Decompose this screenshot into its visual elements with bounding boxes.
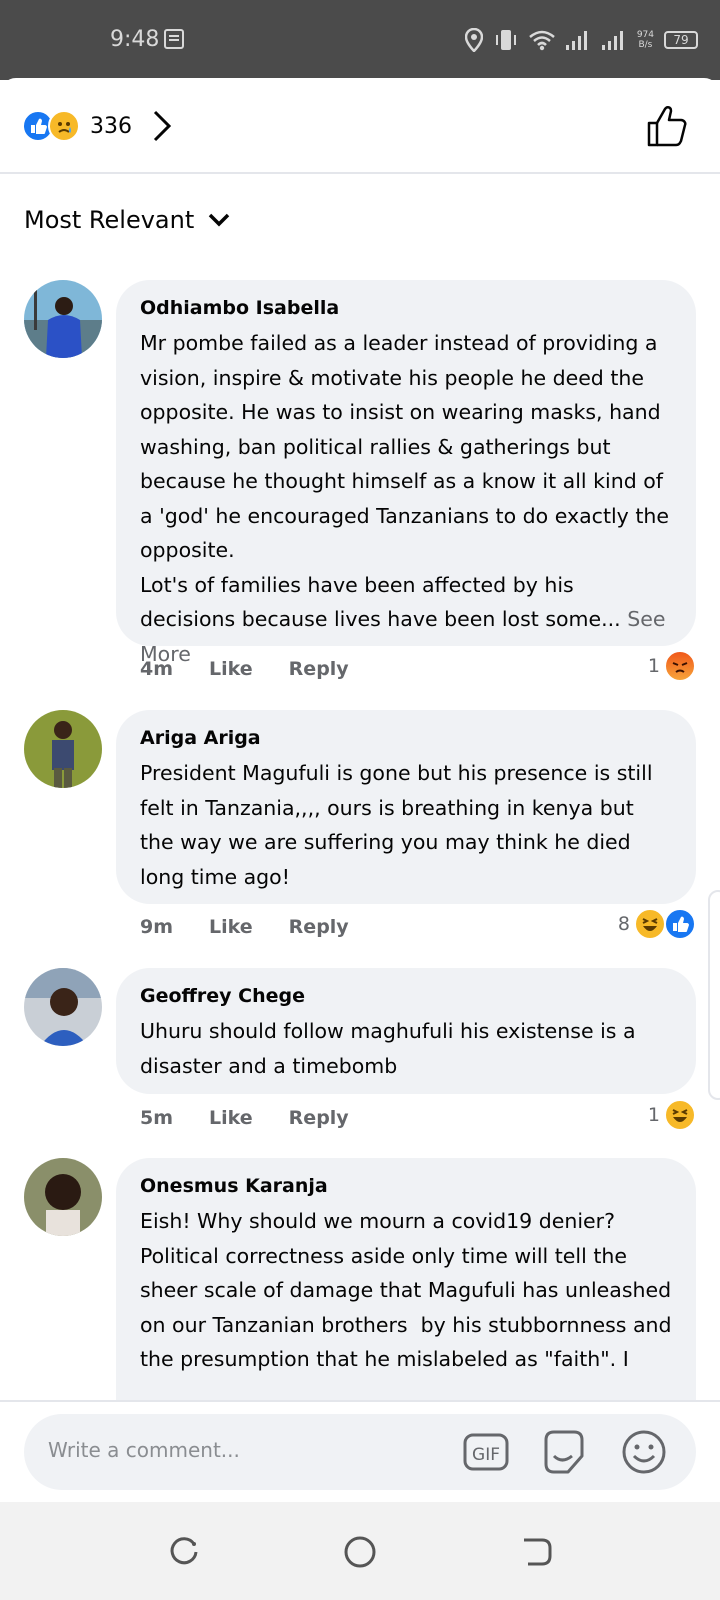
gif-icon[interactable]: GIF <box>462 1428 510 1476</box>
reply-button[interactable]: Reply <box>289 1107 349 1129</box>
signal-icon-1 <box>565 31 587 50</box>
angry-reaction-icon <box>664 650 696 682</box>
status-time: 9:48 <box>110 27 160 52</box>
comment-time: 9m <box>140 916 174 938</box>
home-icon[interactable] <box>342 1534 378 1570</box>
recent-apps-icon[interactable] <box>166 1534 202 1570</box>
sad-reaction-icon <box>48 110 80 142</box>
emoji-icon[interactable] <box>620 1428 668 1476</box>
comment-text: Eish! Why should we mourn a covid19 deni… <box>140 1209 679 1371</box>
reaction-count: 8 <box>617 913 630 935</box>
like-button[interactable]: Like <box>209 1107 253 1129</box>
location-icon <box>464 28 483 52</box>
avatar[interactable] <box>24 1158 102 1236</box>
like-button[interactable]: Like <box>209 658 253 680</box>
comment-reactions[interactable]: 8 <box>618 908 696 940</box>
reaction-count: 1 <box>647 655 660 677</box>
reaction-header: 336 <box>0 78 720 174</box>
network-speed: 974 B/s <box>636 30 654 50</box>
sort-dropdown[interactable]: Most Relevant <box>24 206 230 234</box>
comment-text: Mr pombe failed as a leader instead of p… <box>140 331 672 666</box>
system-nav-bar <box>0 1502 720 1600</box>
comment-author[interactable]: Odhiambo Isabella <box>140 296 672 320</box>
comment-bubble: Odhiambo Isabella Mr pombe failed as a l… <box>116 280 696 666</box>
comment-reactions[interactable]: 1 <box>648 650 696 682</box>
comments-sheet: 336 Most Relevant Odhiambo Isabella Mr p… <box>0 78 720 1502</box>
comment-time: 5m <box>140 1107 174 1129</box>
status-bar: 9:48 974 B/s 79 <box>0 0 720 80</box>
wifi-icon <box>529 30 555 51</box>
comment-reactions[interactable]: 1 <box>648 1099 696 1131</box>
avatar[interactable] <box>24 710 102 788</box>
comment-author[interactable]: Geoffrey Chege <box>140 984 672 1008</box>
reaction-count: 336 <box>90 113 132 139</box>
comment-text: President Magufuli is gone but his prese… <box>140 761 660 889</box>
haha-reaction-icon <box>664 1099 696 1131</box>
svg-text:GIF: GIF <box>472 1445 500 1465</box>
comment-actions: 5m Like Reply <box>140 1107 349 1129</box>
comment-actions: 4m Like Reply <box>140 658 349 680</box>
comment-bubble: Geoffrey Chege Uhuru should follow maghu… <box>116 968 696 1094</box>
comment-composer: Write a comment... GIF <box>0 1400 720 1502</box>
comment-actions: 9m Like Reply <box>140 916 349 938</box>
comment-author[interactable]: Ariga Ariga <box>140 726 672 750</box>
comment-time: 4m <box>140 658 174 680</box>
signal-icon-2 <box>601 31 623 50</box>
comment-input-container[interactable]: Write a comment... GIF <box>24 1414 696 1490</box>
back-icon[interactable] <box>518 1534 554 1570</box>
vibrate-icon <box>495 30 516 50</box>
avatar[interactable] <box>24 280 102 358</box>
comment-bubble: Ariga Ariga President Magufuli is gone b… <box>116 710 696 904</box>
battery-icon: 79 <box>664 31 698 49</box>
comment-text: Uhuru should follow maghufuli his existe… <box>140 1019 643 1078</box>
reply-button[interactable]: Reply <box>289 916 349 938</box>
chevron-down-icon <box>209 213 230 227</box>
comment-author[interactable]: Onesmus Karanja <box>140 1174 672 1198</box>
haha-reaction-icon <box>634 908 666 940</box>
reply-button[interactable]: Reply <box>289 658 349 680</box>
chevron-right-icon <box>153 110 172 142</box>
reaction-summary[interactable]: 336 <box>22 108 174 144</box>
sticker-icon[interactable] <box>540 1428 588 1476</box>
reaction-count: 1 <box>647 1104 660 1126</box>
like-reaction-icon <box>664 908 696 940</box>
like-button[interactable]: Like <box>209 916 253 938</box>
status-icons: 974 B/s 79 <box>464 22 698 58</box>
notification-icon <box>164 29 184 49</box>
avatar[interactable] <box>24 968 102 1046</box>
comment-input[interactable]: Write a comment... <box>48 1438 240 1462</box>
scrollbar[interactable] <box>708 890 720 1100</box>
sort-label: Most Relevant <box>24 206 195 234</box>
like-post-button[interactable] <box>646 104 690 148</box>
